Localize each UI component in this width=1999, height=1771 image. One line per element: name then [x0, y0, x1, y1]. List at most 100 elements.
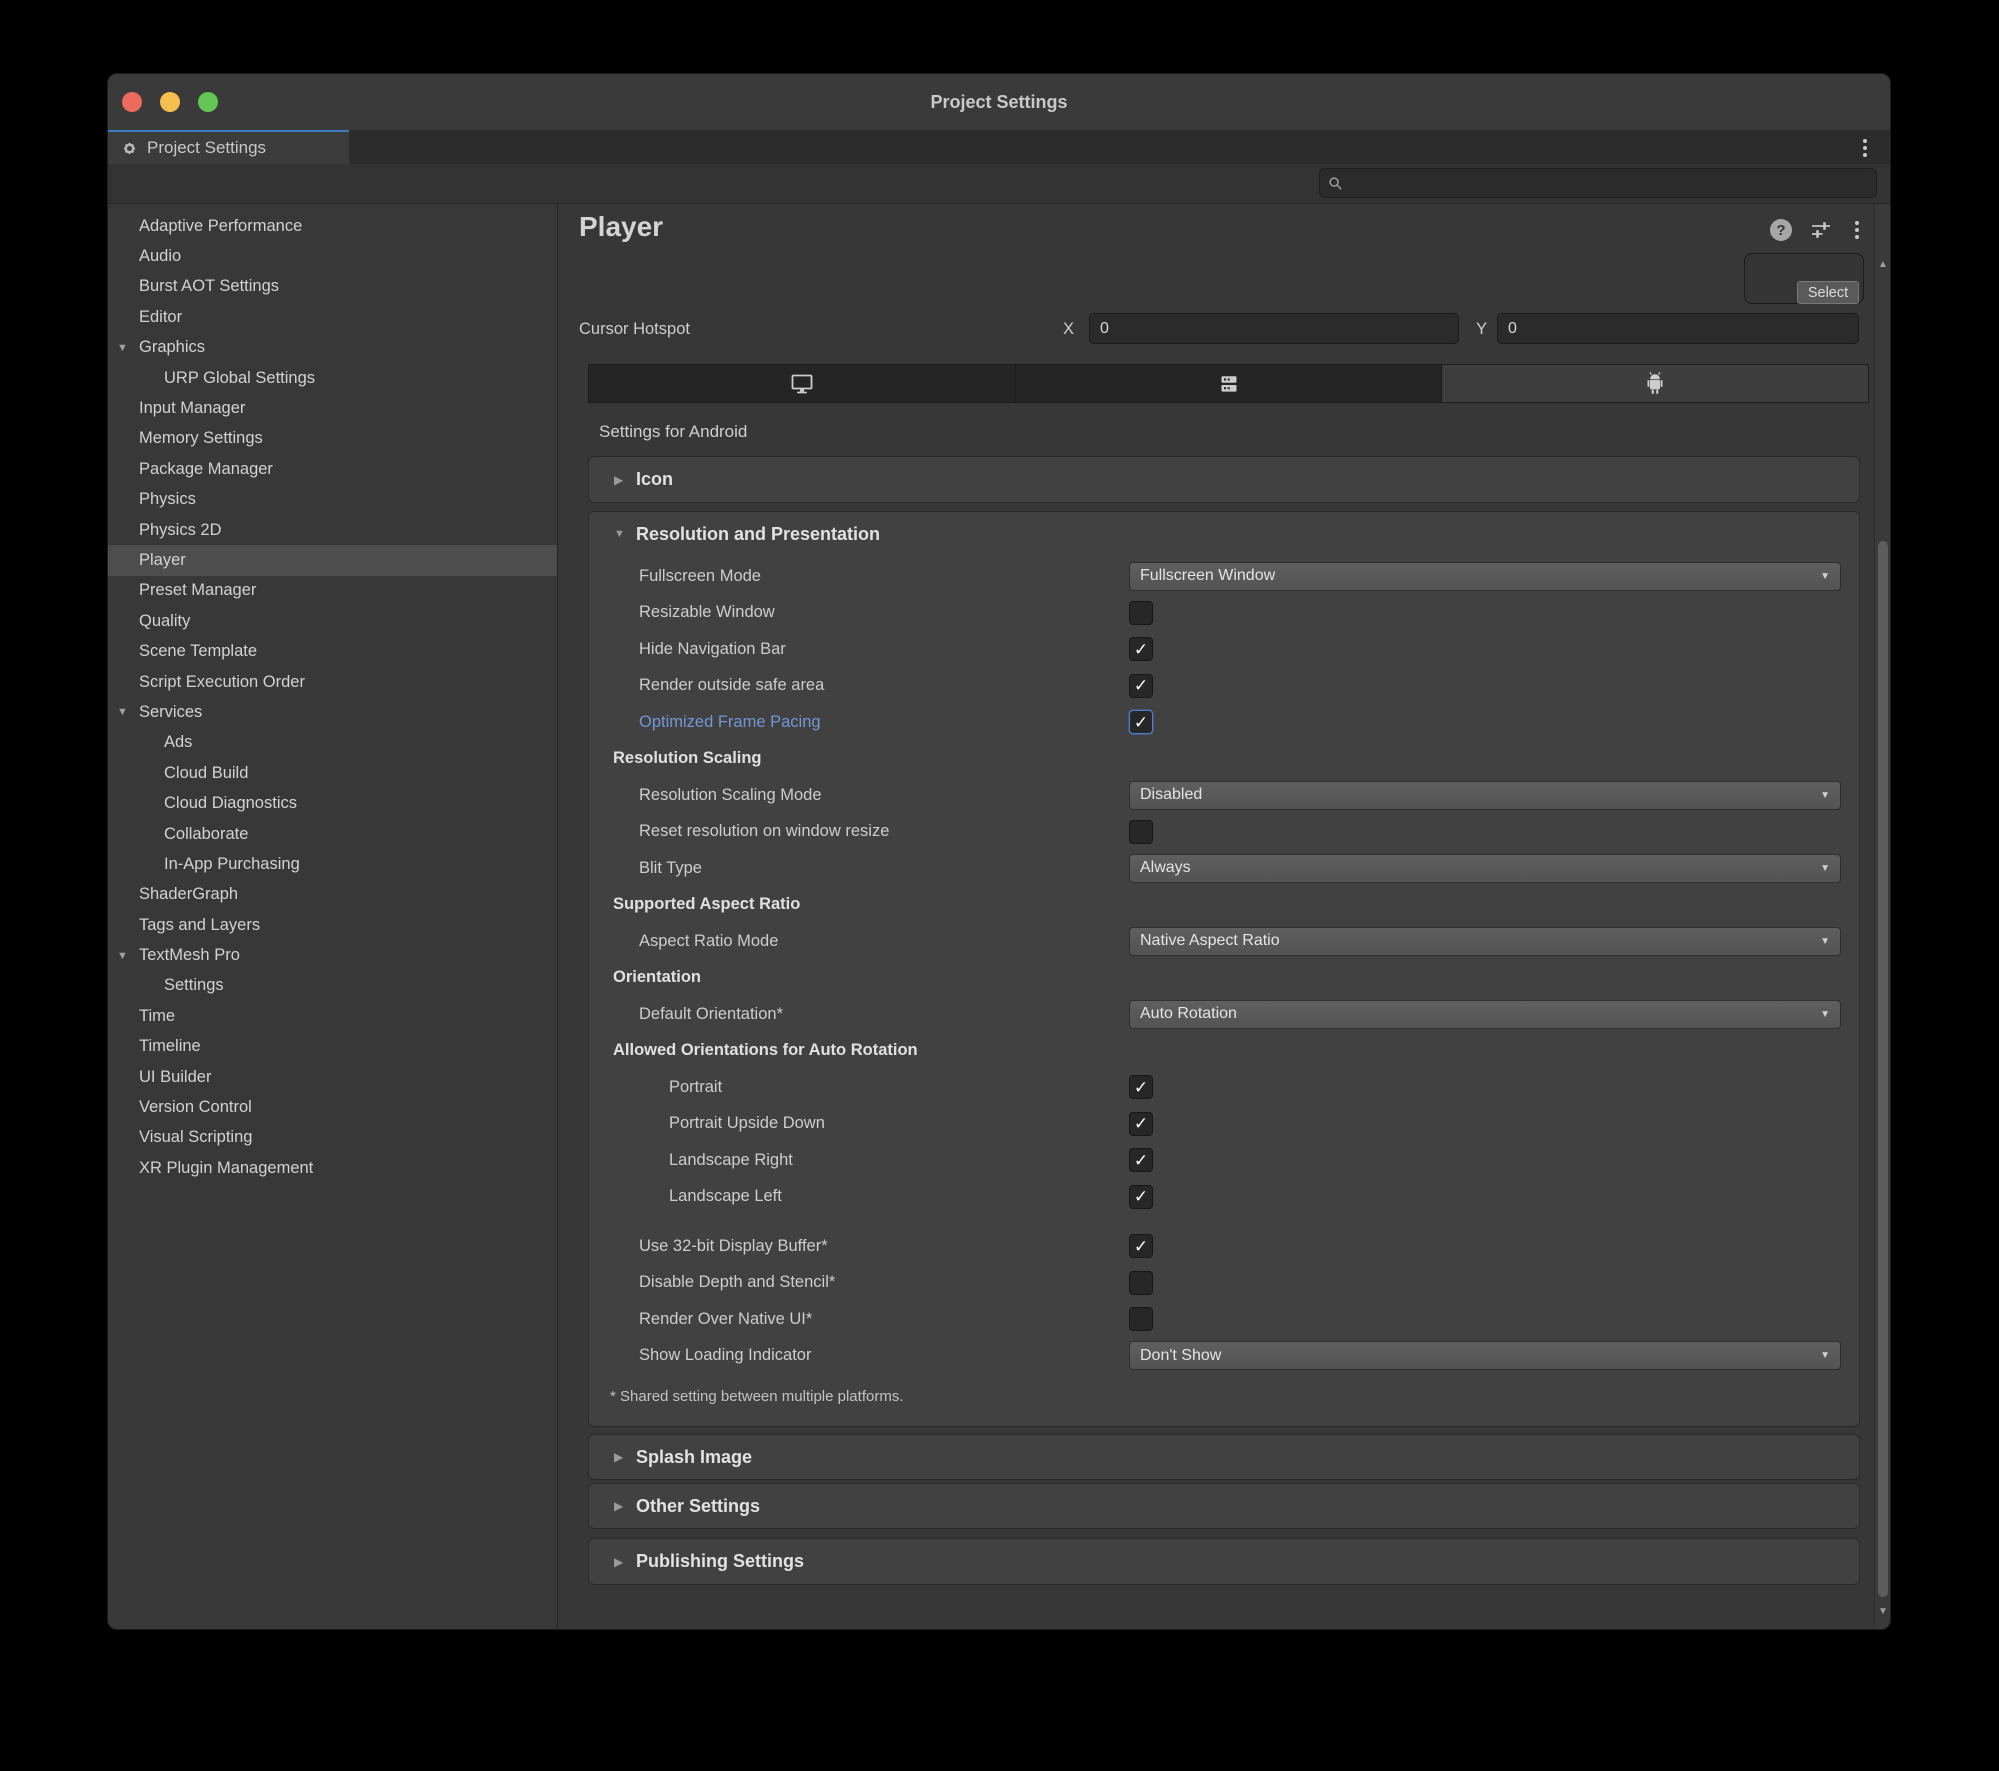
sidebar-item-label: URP Global Settings	[164, 368, 316, 387]
sidebar-item-collaborate[interactable]: Collaborate	[108, 819, 557, 849]
resizable-window-checkbox[interactable]	[1129, 600, 1153, 625]
sidebar-item-tags-and-layers[interactable]: Tags and Layers	[108, 910, 557, 940]
sidebar-item-package-manager[interactable]: Package Manager	[108, 454, 557, 484]
orientation-row: Orientation	[589, 960, 1859, 997]
title-bar[interactable]: Project Settings	[108, 74, 1890, 130]
chevron-down-icon: ▼	[614, 528, 625, 540]
show-loading-indicator-label: Show Loading Indicator	[639, 1346, 812, 1365]
render-over-native-ui-row: Render Over Native UI*	[589, 1301, 1859, 1338]
disable-depth-and-stencil-checkbox[interactable]	[1129, 1270, 1153, 1295]
sidebar-item-adaptive-performance[interactable]: Adaptive Performance	[108, 211, 557, 241]
panel-menu-kebab-icon[interactable]	[1850, 219, 1864, 241]
sidebar-item-ads[interactable]: Ads	[108, 728, 557, 758]
sidebar-item-memory-settings[interactable]: Memory Settings	[108, 424, 557, 454]
sidebar-item-ui-builder[interactable]: UI Builder	[108, 1062, 557, 1092]
sidebar-item-player[interactable]: Player	[108, 545, 557, 576]
icon-section: ▶ Icon	[588, 456, 1860, 503]
resolution-scaling-mode-dropdown[interactable]: Disabled ▼	[1129, 780, 1841, 810]
scrollbar-thumb[interactable]	[1878, 541, 1888, 1597]
gear-icon	[120, 139, 139, 158]
show-loading-indicator-dropdown[interactable]: Don't Show ▼	[1129, 1341, 1841, 1371]
presets-icon[interactable]	[1809, 218, 1833, 242]
scroll-down-icon[interactable]: ▼	[1875, 1606, 1890, 1617]
portrait-label: Portrait	[669, 1077, 723, 1096]
sidebar-item-editor[interactable]: Editor	[108, 302, 557, 332]
dropdown-value: Disabled	[1140, 786, 1203, 804]
sidebar-item-label: Cloud Build	[164, 763, 249, 782]
chevron-down-icon: ▼	[1820, 1008, 1830, 1020]
sidebar-item-cloud-diagnostics[interactable]: Cloud Diagnostics	[108, 788, 557, 818]
disable-depth-and-stencil-row: Disable Depth and Stencil*	[589, 1265, 1859, 1302]
reset-resolution-on-window-resize-label: Reset resolution on window resize	[639, 822, 890, 841]
vertical-scrollbar[interactable]: ▲ ▼	[1874, 204, 1890, 1629]
x-axis-label: X	[1063, 320, 1075, 338]
sidebar-item-physics-2d[interactable]: Physics 2D	[108, 515, 557, 545]
dropdown-value: Fullscreen Window	[1140, 567, 1276, 585]
sidebar-item-quality[interactable]: Quality	[108, 606, 557, 636]
chevron-down-icon[interactable]: ▼	[117, 950, 128, 962]
sidebar-item-in-app-purchasing[interactable]: In-App Purchasing	[108, 849, 557, 879]
platform-tab-desktop[interactable]	[589, 365, 1016, 402]
sidebar-item-graphics[interactable]: ▼ Graphics	[108, 333, 557, 363]
checkmark-icon: ✓	[1133, 1150, 1149, 1170]
select-button[interactable]: Select	[1797, 281, 1859, 304]
render-over-native-ui-checkbox[interactable]	[1129, 1307, 1153, 1332]
splash-section-header[interactable]: ▶ Splash Image	[589, 1435, 1859, 1479]
platform-tab-android[interactable]	[1442, 365, 1869, 402]
landscape-left-checkbox[interactable]: ✓	[1129, 1184, 1153, 1209]
sidebar-item-shadergraph[interactable]: ShaderGraph	[108, 880, 557, 910]
sidebar-item-xr-plugin-management[interactable]: XR Plugin Management	[108, 1153, 557, 1183]
resizable-window-row: Resizable Window	[589, 595, 1859, 632]
platform-tab-server[interactable]	[1015, 365, 1443, 402]
sidebar-item-urp-global-settings[interactable]: URP Global Settings	[108, 363, 557, 393]
other-section-header[interactable]: ▶ Other Settings	[589, 1484, 1859, 1528]
sidebar-item-input-manager[interactable]: Input Manager	[108, 393, 557, 423]
sidebar-item-preset-manager[interactable]: Preset Manager	[108, 576, 557, 606]
tab-project-settings[interactable]: Project Settings	[108, 130, 349, 164]
scroll-up-icon[interactable]: ▲	[1875, 259, 1890, 270]
search-field[interactable]	[1319, 168, 1877, 198]
sidebar-item-services[interactable]: ▼ Services	[108, 697, 557, 727]
sidebar-item-visual-scripting[interactable]: Visual Scripting	[108, 1123, 557, 1153]
search-icon	[1328, 176, 1343, 191]
optimized-frame-pacing-label[interactable]: Optimized Frame Pacing	[639, 713, 821, 732]
blit-type-label: Blit Type	[639, 858, 702, 877]
chevron-down-icon[interactable]: ▼	[117, 342, 128, 354]
search-input[interactable]	[1349, 173, 1868, 193]
sidebar-item-scene-template[interactable]: Scene Template	[108, 636, 557, 666]
help-icon[interactable]: ?	[1770, 219, 1792, 241]
sidebar-item-cloud-build[interactable]: Cloud Build	[108, 758, 557, 788]
sidebar-item-version-control[interactable]: Version Control	[108, 1092, 557, 1122]
chevron-down-icon[interactable]: ▼	[117, 706, 128, 718]
sidebar-item-settings[interactable]: Settings	[108, 971, 557, 1001]
cursor-hotspot-x-input[interactable]	[1089, 313, 1459, 344]
render-over-native-ui-label: Render Over Native UI*	[639, 1309, 813, 1328]
resolution-section-header[interactable]: ▼ Resolution and Presentation	[589, 512, 1859, 556]
sidebar-item-time[interactable]: Time	[108, 1001, 557, 1031]
fullscreen-mode-dropdown[interactable]: Fullscreen Window ▼	[1129, 561, 1841, 591]
icon-section-header[interactable]: ▶ Icon	[589, 457, 1859, 502]
portrait-upside-down-checkbox[interactable]: ✓	[1129, 1111, 1153, 1136]
sidebar-item-physics[interactable]: Physics	[108, 485, 557, 515]
reset-resolution-on-window-resize-checkbox[interactable]	[1129, 819, 1153, 844]
publishing-section-header[interactable]: ▶ Publishing Settings	[589, 1539, 1859, 1584]
landscape-right-checkbox[interactable]: ✓	[1129, 1148, 1153, 1173]
tab-bar-menu-kebab-icon[interactable]	[1856, 137, 1874, 159]
portrait-upside-down-label: Portrait Upside Down	[669, 1114, 825, 1133]
blit-type-dropdown[interactable]: Always ▼	[1129, 853, 1841, 883]
use-32-bit-display-buffer-checkbox[interactable]: ✓	[1129, 1234, 1153, 1259]
cursor-hotspot-y-input[interactable]	[1497, 313, 1859, 344]
sidebar-item-textmesh-pro[interactable]: ▼ TextMesh Pro	[108, 940, 557, 970]
sidebar-item-burst-aot-settings[interactable]: Burst AOT Settings	[108, 272, 557, 302]
default-orientation-dropdown[interactable]: Auto Rotation ▼	[1129, 999, 1841, 1029]
portrait-checkbox[interactable]: ✓	[1129, 1075, 1153, 1100]
render-outside-safe-area-checkbox[interactable]: ✓	[1129, 673, 1153, 698]
sidebar-item-audio[interactable]: Audio	[108, 241, 557, 271]
sidebar-item-timeline[interactable]: Timeline	[108, 1032, 557, 1062]
sidebar-item-script-execution-order[interactable]: Script Execution Order	[108, 667, 557, 697]
hide-navigation-bar-checkbox[interactable]: ✓	[1129, 637, 1153, 662]
portrait-upside-down-row: Portrait Upside Down ✓	[589, 1106, 1859, 1143]
resizable-window-label: Resizable Window	[639, 603, 775, 622]
optimized-frame-pacing-checkbox[interactable]: ✓	[1129, 710, 1153, 735]
aspect-ratio-mode-dropdown[interactable]: Native Aspect Ratio ▼	[1129, 926, 1841, 956]
